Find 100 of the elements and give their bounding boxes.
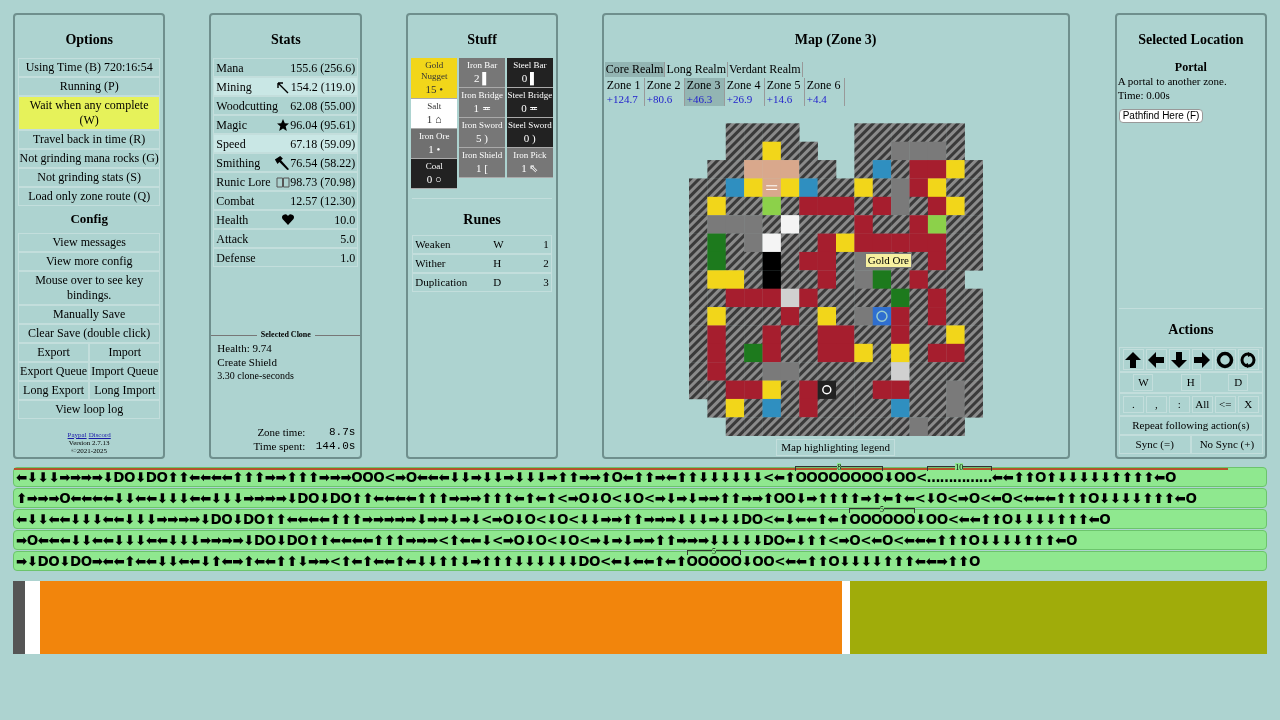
stat-name: Magic (216, 116, 248, 134)
item-tile[interactable]: Steel Bridge 0 ≖ (506, 88, 553, 118)
sync-icon (1239, 350, 1258, 369)
edit-button[interactable]: <= (1214, 396, 1236, 413)
item-count: 1 [ (476, 161, 488, 175)
item-tile[interactable]: Iron Shield 1 [ (459, 148, 505, 178)
item-name: Gold Nugget (420, 60, 449, 82)
zone-tab[interactable]: Zone 4 +26.9 (724, 78, 765, 106)
queue-actions: ⬅⬇⬇⬅⬅⬇⬇⬇⬅⬅⬇⬇⬇➡➡➡➡⬇DO⬇DO⬆⬆⬅⬅⬅⬅⬆⬆⬆➡➡➡➡➡⬇➡➡⬇➡⬇<➡O⬇O<⬇O<⬇⬇➡➡⬆⬆➡➡➡⬇⬇⬇➡⬇⬇DO<⬅⬇⬅⬅⬆⬅⬆ (16, 511, 850, 528)
item-tile[interactable]: Steel Sword 0 ) (506, 118, 553, 148)
sync-button[interactable]: Sync (=) (1118, 435, 1191, 454)
option-button[interactable]: Load only zone route (Q) (18, 187, 161, 206)
item-tile[interactable]: Coal 0 ○ (411, 159, 458, 189)
realm-tab[interactable]: Verdant Realm (728, 62, 803, 77)
move-button[interactable] (1214, 349, 1236, 370)
panel-title: Runes (462, 211, 502, 229)
queue-actions: …………… (926, 469, 992, 486)
rune-button[interactable]: H (1180, 374, 1201, 391)
location-time: Time: 0.00s (1116, 88, 1171, 102)
stat-value: 155.6 (256.6) (290, 59, 356, 77)
item-tile[interactable]: Gold Nugget 15 • (411, 58, 458, 99)
rune-row[interactable]: Wither H 2 (412, 254, 552, 273)
stat-value: 12.57 (12.30) (290, 192, 356, 210)
option-button[interactable]: Running (P) (18, 77, 161, 96)
config-button[interactable]: View more config (18, 251, 161, 271)
item-name: Iron Bridge (461, 90, 503, 101)
panel-title: Stuff (466, 31, 498, 49)
move-button[interactable] (1191, 349, 1213, 370)
rune-row[interactable]: Duplication D 3 (412, 273, 552, 292)
stat-value: 62.08 (55.00) (290, 97, 356, 115)
item-tile[interactable]: Steel Bar 0 ▌ (506, 58, 553, 88)
queue-actions: OOOOOOOO (795, 469, 884, 486)
edit-button[interactable]: , (1145, 396, 1167, 413)
zone-name: Zone 4 (726, 78, 761, 92)
option-button[interactable]: Not grinding stats (S) (18, 168, 161, 187)
edit-button[interactable]: All (1191, 396, 1213, 413)
edit-button[interactable]: X (1237, 396, 1259, 413)
item-name: Salt (427, 101, 442, 112)
location-description: A portal to another zone. (1116, 74, 1228, 88)
repeat-button[interactable]: Repeat following action(s) (1118, 416, 1263, 435)
realm-tab[interactable]: Core Realm (604, 62, 666, 77)
item-count: 0 ○ (426, 172, 442, 186)
zone-name: Zone 5 (766, 78, 801, 92)
stat-name: Speed (216, 135, 247, 153)
rune-button[interactable]: W (1133, 374, 1154, 391)
move-button[interactable] (1168, 349, 1190, 370)
zone-tab[interactable]: Zone 2 +80.6 (644, 78, 685, 106)
rune-row[interactable]: Weaken W 1 (412, 235, 552, 254)
pathfind-button[interactable]: Pathfind Here (F) (1118, 109, 1204, 123)
item-count: 0 ▌ (521, 71, 538, 85)
queue-actions: ⬇OO< (883, 469, 927, 486)
book-icon (275, 174, 290, 189)
rune-count: 3 (542, 275, 549, 291)
option-button[interactable]: Not grinding mana rocks (G) (18, 149, 161, 168)
config-button[interactable]: Clear Save (double click) (18, 323, 161, 343)
item-tile[interactable]: Iron Ore 1 • (411, 129, 458, 159)
item-tile[interactable]: Iron Sword 5 ) (459, 118, 505, 148)
option-button[interactable]: Using Time (B) 720:16:54 (18, 58, 161, 77)
zone-gain: +124.7 (606, 92, 638, 106)
zone-tab[interactable]: Zone 6 +4.4 (804, 78, 845, 106)
config-button[interactable]: Mouse over to see key bindings. (18, 270, 161, 305)
edit-button[interactable]: . (1122, 396, 1144, 413)
config-button[interactable]: Manually Save (18, 304, 161, 324)
sync-button[interactable]: No Sync (+) (1190, 435, 1263, 454)
rune-key: D (493, 274, 524, 291)
stat-value: 76.54 (58.22) (290, 154, 356, 172)
zone-tab[interactable]: Zone 1 +124.7 (604, 78, 645, 106)
move-button[interactable] (1122, 349, 1144, 370)
timeline-start (13, 639, 25, 654)
map-drawing[interactable] (688, 123, 983, 436)
timeline-start (13, 581, 25, 596)
item-count: 1 ⌂ (426, 112, 442, 126)
queue-actions: ➡⬇DO⬇DO➡⬅⬅⬆⬅⬅⬇⬇⬅⬅⬇⬆⬅➡⬆⬅⬅⬆⬆⬇➡➡<⬆⬅⬆⬅⬅⬆⬅⬇⬇⬆⬆⬇➡⬆⬆⬆⬇⬇⬇⬇⬇⬇DO<⬅⬇⬅⬅⬆⬅⬆ (16, 553, 687, 570)
item-tile[interactable]: Iron Pick 1 ⇖ (506, 148, 553, 178)
panel-title: Selected Location (1137, 31, 1245, 49)
stat-name: Combat (216, 192, 256, 210)
item-count: 2 ▌ (474, 71, 491, 85)
edit-button[interactable]: : (1168, 396, 1190, 413)
item-tile[interactable]: Iron Bar 2 ▌ (459, 58, 505, 88)
item-name: Steel Sword (507, 120, 552, 131)
realm-tab[interactable]: Long Realm (665, 62, 729, 77)
option-button[interactable]: Travel back in time (R) (18, 130, 161, 149)
clone-health: Health: 9.74 (217, 341, 273, 355)
config-button[interactable]: View loop log (18, 399, 161, 419)
move-button[interactable] (1145, 349, 1167, 370)
zone-time-label: Zone time: (257, 425, 306, 439)
item-tile[interactable]: Salt 1 ⌂ (411, 99, 458, 129)
zone-gain: +14.6 (766, 92, 793, 106)
rune-name: Wither (415, 256, 447, 272)
down-arrow-icon (1170, 350, 1189, 369)
move-button[interactable] (1237, 349, 1259, 370)
stat-name: Runic Lore (216, 173, 272, 191)
rune-button[interactable]: D (1228, 374, 1249, 391)
zone-tab[interactable]: Zone 3 +46.3 (684, 78, 725, 106)
option-button[interactable]: Wait when any complete (W) (18, 96, 161, 130)
config-button[interactable]: View messages (18, 232, 161, 252)
item-tile[interactable]: Iron Bridge 1 ≖ (459, 88, 505, 118)
zone-tab[interactable]: Zone 5 +14.6 (764, 78, 805, 106)
repeat-count: 5 (880, 505, 885, 514)
legend-button[interactable]: Map highlighting legend (776, 439, 896, 456)
